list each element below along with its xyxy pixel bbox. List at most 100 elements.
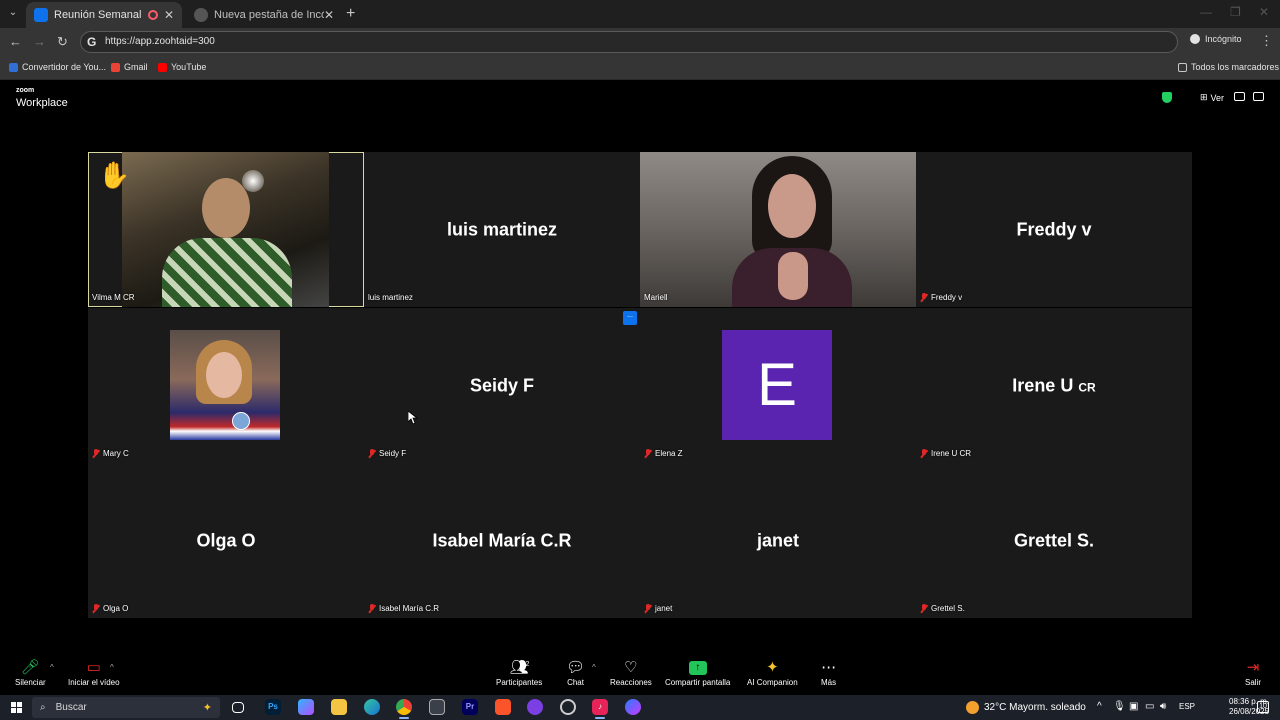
page-indicator[interactable]: ... [623,311,637,325]
notifications-icon[interactable]: 10 [1257,701,1269,713]
tab-zoom-meeting[interactable]: Reunión Semanal MARTES ✕ [26,2,182,28]
participant-tile[interactable]: Grettel S. Grettel S. [916,463,1192,618]
tray-volume-icon[interactable]: 🔊︎ [1160,701,1166,712]
participant-name: janet [644,604,672,613]
windows-start-icon[interactable] [11,702,22,713]
close-window-icon[interactable]: ✕ [1259,5,1269,19]
ai-companion-button[interactable]: ✦ AI Companion [747,658,798,687]
store-icon[interactable] [429,699,445,715]
bookmark-gmail[interactable]: Gmail [111,62,148,72]
browser-menu-icon[interactable]: ⋮ [1260,33,1273,49]
task-view-icon[interactable] [232,702,244,713]
weather-widget[interactable]: 32°C Mayorm. soleado [966,701,1086,714]
participant-tile[interactable]: ✋ Vilma M CR [88,152,364,307]
site-info-icon[interactable]: G [87,35,96,49]
taskbar-search[interactable]: ⌕ Buscar ✦ [32,697,220,718]
incognito-icon [1190,34,1200,44]
maximize-window-icon[interactable]: ❐ [1230,5,1241,19]
encryption-shield-icon[interactable] [1162,92,1172,103]
reload-icon[interactable]: ↻ [57,34,68,50]
close-tab-icon[interactable]: ✕ [324,8,334,22]
video-options-chevron-icon[interactable]: ^ [110,663,114,672]
share-screen-button[interactable]: ↑ Compartir pantalla [665,658,730,687]
participant-display-name: Seidy F [469,375,535,395]
tab-new-incognito[interactable]: Nueva pestaña de Incógnito ✕ [186,2,342,28]
tray-mic-icon[interactable]: 🎙︎ [1113,701,1126,712]
zoom-workplace-logo: zoom Workplace [16,87,68,110]
participant-name: Grettel S. [920,604,965,613]
participant-tile[interactable]: E Elena Z [640,308,916,463]
edge-icon[interactable] [364,699,380,715]
tiktok-icon[interactable]: ♪ [592,699,608,719]
app-ring-icon[interactable] [527,699,543,715]
participant-hands [778,252,808,300]
participant-tile[interactable]: Isabel María C.R Isabel María C.R [364,463,640,618]
tab-search-chevron-icon[interactable]: ⌄ [4,4,22,22]
leave-icon: ⇥ [1246,659,1260,676]
participant-face [202,178,250,238]
incognito-indicator[interactable]: Incógnito [1190,34,1242,44]
messenger-icon[interactable] [625,699,641,715]
bookmark-label: YouTube [171,62,207,72]
participant-tile[interactable]: janet janet [640,463,916,618]
chat-button[interactable]: 💬︎ Chat [566,658,585,687]
audio-options-chevron-icon[interactable]: ^ [50,663,54,672]
participant-display-name: Grettel S. [1013,530,1095,550]
fullscreen-icon[interactable] [1253,92,1264,101]
participant-tile[interactable]: Olga O Olga O [88,463,364,618]
copilot-icon[interactable] [298,699,314,715]
more-button[interactable]: ⋯ Más [821,658,836,687]
name-text: luis martinez [368,293,413,302]
participant-tile[interactable]: Mariell [640,152,916,307]
premiere-icon[interactable]: Pr [462,699,478,715]
participant-name: Olga O [92,604,128,613]
chat-options-chevron-icon[interactable]: ^ [592,663,596,672]
tray-display-icon[interactable]: ▣ [1129,701,1138,712]
weather-text: 32°C Mayorm. soleado [984,702,1086,713]
view-button[interactable]: ⊞ Ver [1200,92,1224,103]
participant-tile[interactable]: Mary C [88,308,364,463]
participant-name: Isabel María C.R [368,604,439,613]
participants-button[interactable]: 👥︎ 12 Participantes [496,658,542,687]
youtube-icon [158,62,167,72]
back-icon[interactable]: ← [9,34,22,49]
bookmark-converter[interactable]: Convertidor de You... [9,62,106,72]
participant-tile[interactable]: Seidy F Seidy F [364,308,640,463]
participant-tile[interactable]: luis martinez luis martinez [364,152,640,307]
converter-icon [9,62,18,72]
participant-name: Vilma M CR [92,293,135,302]
reactions-button[interactable]: ♡ Reacciones [610,658,652,687]
bookmark-youtube[interactable]: YouTube [158,62,206,72]
participant-tile[interactable]: Freddy v Freddy v [916,152,1192,307]
participant-display-name: Freddy v [1016,219,1092,239]
muted-mic-icon [920,293,928,302]
minimize-window-icon[interactable]: — [1200,5,1212,19]
mute-button[interactable]: 🎤︎ Silenciar [15,658,46,687]
tray-network-icon[interactable]: ▭ [1145,701,1154,712]
address-bar[interactable]: G https://app.zoohtaid=300 [80,31,1178,53]
tab-title: Nueva pestaña de Incógnito [214,9,324,21]
all-bookmarks[interactable]: Todos los marcadores [1178,62,1279,72]
leave-button[interactable]: ⇥ Salir [1245,658,1261,687]
muted-mic-icon [368,604,376,613]
chrome-icon[interactable] [396,699,412,719]
close-tab-icon[interactable]: ✕ [164,8,174,22]
photoshop-icon[interactable]: Ps [265,699,281,715]
brave-icon[interactable] [495,699,511,715]
participant-face [768,174,816,238]
ceiling-light [242,170,264,192]
reactions-label: Reacciones [610,678,652,687]
file-explorer-icon[interactable] [331,699,347,715]
mute-label: Silenciar [15,678,46,687]
minimize-meeting-icon[interactable] [1234,92,1245,101]
forward-icon[interactable]: → [33,34,46,49]
new-tab-plus-icon[interactable]: + [346,5,355,23]
language-indicator[interactable]: ESP [1179,702,1195,711]
participant-tile[interactable]: Irene U CR Irene U CR [916,308,1192,463]
participant-name: Mariell [644,293,668,302]
tray-chevron-icon[interactable]: ^ [1097,701,1102,712]
name-text: Grettel S. [931,604,965,613]
sparkle-icon: ✦ [766,659,779,676]
app-circle-icon[interactable] [560,699,576,715]
heart-icon: ♡ [624,659,638,676]
